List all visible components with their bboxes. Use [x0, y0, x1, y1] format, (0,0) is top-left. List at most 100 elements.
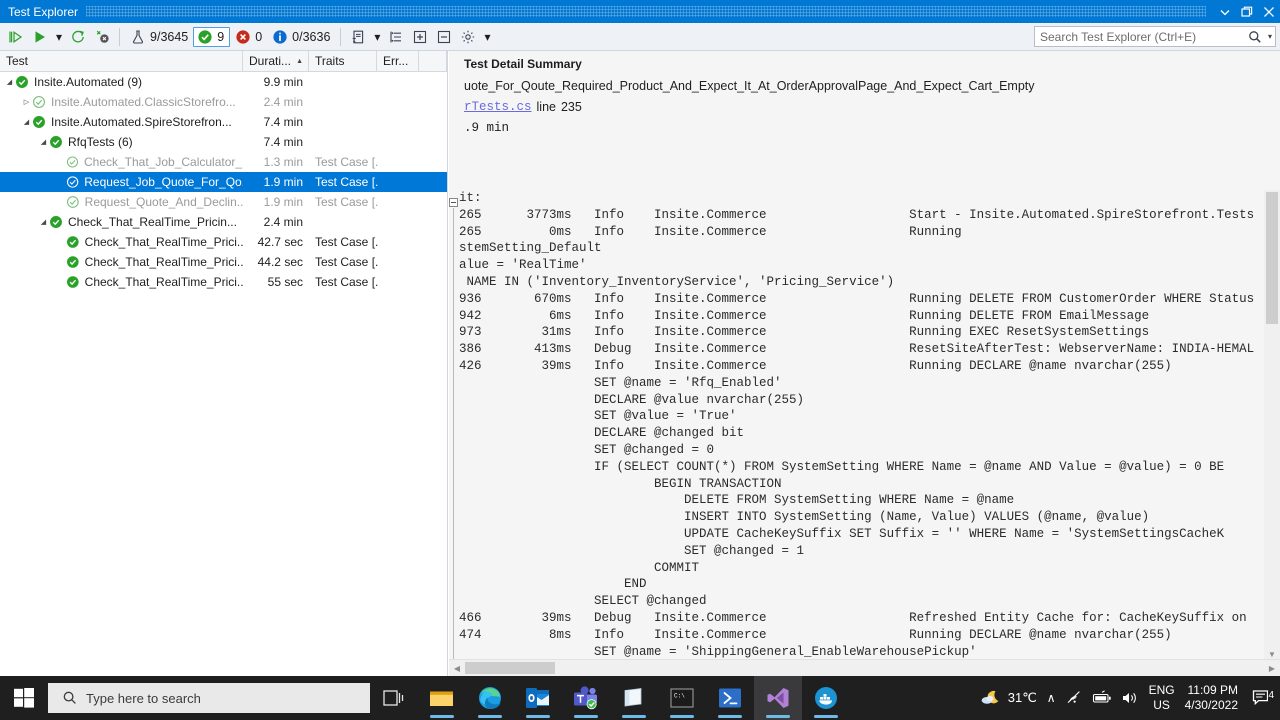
passed-tests-filter[interactable]: 9 [193, 26, 231, 47]
expander-toggle[interactable]: ◢ [21, 118, 32, 126]
column-header-error[interactable]: Err... [377, 51, 419, 71]
settings-caret[interactable]: ▾ [480, 25, 494, 49]
test-traits-cell: Test Case [... [315, 155, 379, 169]
weather-widget[interactable]: 31℃ [980, 688, 1037, 708]
log-line: UPDATE CacheKeySuffix SET Suffix = '' WH… [459, 526, 1225, 541]
test-grid-header: Test Durati... ▲ Traits Err... [0, 51, 447, 72]
run-dropdown-caret[interactable]: ▾ [52, 25, 66, 49]
notrun-tests-filter[interactable]: 0/3636 [267, 29, 335, 45]
table-row[interactable]: Check_That_Job_Calculator_I... 1.3 min Tes… [0, 152, 447, 172]
docker-desktop-icon[interactable] [802, 676, 850, 720]
collapse-outline-icon[interactable] [449, 198, 458, 207]
task-view-icon[interactable] [370, 676, 418, 720]
log-line: 466 39ms Debug Insite.Commerce Refreshed… [459, 610, 1247, 625]
table-row[interactable]: Check_That_RealTime_Prici... 44.2 sec Test… [0, 252, 447, 272]
detail-duration: .9 min [464, 120, 510, 135]
playlist-caret[interactable]: ▾ [370, 25, 384, 49]
test-output-log[interactable]: it: 265 3773ms Info Insite.Commerce Start… [449, 190, 1280, 662]
log-lines: it: 265 3773ms Info Insite.Commerce Start… [459, 190, 1280, 662]
table-row[interactable]: ▷ Insite.Automated.ClassicStorefro... 2.4 … [0, 92, 447, 112]
column-header-test-label: Test [6, 54, 29, 68]
windows-logo-icon [14, 688, 34, 708]
notification-center-button[interactable]: 4 [1248, 688, 1274, 708]
table-row[interactable]: ◢ RfqTests (6) 7.4 min [0, 132, 447, 152]
collapse-all-button[interactable] [432, 25, 456, 49]
log-line: SET @name = 'Rfq_Enabled' [459, 375, 782, 390]
playlist-button[interactable] [346, 25, 370, 49]
table-row[interactable]: Request_Quote_And_Declin... 1.9 min Test C… [0, 192, 447, 212]
failed-tests-filter[interactable]: 0 [230, 29, 267, 45]
detail-vertical-scrollbar[interactable]: ▲ ▼ [1264, 190, 1280, 662]
test-name-label: Insite.Automated (9) [34, 75, 143, 89]
tray-overflow-caret[interactable]: ∧ [1047, 691, 1056, 705]
language-indicator[interactable]: ENG US [1149, 683, 1175, 713]
test-name-label: Insite.Automated.SpireStorefron... [51, 115, 232, 129]
search-test-explorer[interactable]: ▾ [1034, 26, 1276, 47]
expander-toggle[interactable]: ◢ [38, 218, 49, 226]
sticky-notes-icon[interactable] [610, 676, 658, 720]
table-row[interactable]: ◢ Insite.Automated (9) 9.9 min [0, 72, 447, 92]
search-input[interactable] [1035, 29, 1247, 44]
source-file-link[interactable]: rTests.cs [464, 100, 532, 114]
table-row[interactable]: ◢ Check_That_RealTime_Pricin... 2.4 min [0, 212, 447, 232]
toolbar-separator-2 [340, 27, 342, 46]
table-row[interactable]: Check_That_RealTime_Prici... 42.7 sec Test… [0, 232, 447, 252]
detail-horizontal-scrollbar[interactable]: ◀ ▶ [449, 659, 1280, 676]
start-button[interactable] [0, 676, 48, 720]
log-line: SET @name = 'ShippingGeneral_EnableWareh… [459, 644, 977, 659]
visual-studio-icon[interactable] [754, 676, 802, 720]
microsoft-teams-icon[interactable] [562, 676, 610, 720]
detail-test-name-line: uote_For_Qoute_Required_Product_And_Expe… [464, 75, 1280, 96]
column-header-test[interactable]: Test [0, 51, 243, 71]
expand-all-button[interactable] [408, 25, 432, 49]
notification-count: 4 [1268, 690, 1274, 701]
settings-gear-button[interactable] [456, 25, 480, 49]
run-all-tests-button[interactable] [4, 25, 28, 49]
cancel-run-button[interactable] [90, 25, 114, 49]
outlook-icon[interactable] [514, 676, 562, 720]
expander-toggle[interactable]: ▷ [21, 98, 32, 106]
horizontal-scroll-thumb[interactable] [465, 662, 555, 674]
test-name-label: RfqTests (6) [68, 135, 133, 149]
test-duration-cell: 7.4 min [263, 135, 303, 149]
test-list-pane: Test Durati... ▲ Traits Err... ◢ Insite.A… [0, 51, 448, 676]
battery-icon[interactable] [1092, 690, 1112, 706]
microsoft-edge-icon[interactable] [466, 676, 514, 720]
column-header-duration[interactable]: Durati... ▲ [243, 51, 309, 71]
scroll-right-arrow[interactable]: ▶ [1264, 660, 1280, 677]
column-header-traits[interactable]: Traits [309, 51, 377, 71]
close-icon[interactable] [1258, 0, 1280, 23]
test-traits-cell: Test Case [... [315, 235, 379, 249]
test-duration-cell: 2.4 min [263, 215, 303, 229]
clock[interactable]: 11:09 PM 4/30/2022 [1185, 683, 1238, 713]
command-prompt-icon[interactable]: C:\ [658, 676, 706, 720]
scroll-left-arrow[interactable]: ◀ [449, 660, 465, 677]
volume-icon[interactable] [1121, 690, 1139, 706]
log-line: INSERT INTO SystemSetting (Name, Value) … [459, 510, 1150, 525]
log-line: DECLARE @changed bit [459, 426, 745, 441]
running-indicator [766, 715, 790, 718]
taskbar-search-placeholder: Type here to search [86, 690, 201, 706]
test-name-cell: Check_That_RealTime_Prici... [66, 275, 243, 289]
repeat-last-run-button[interactable] [66, 25, 90, 49]
run-button[interactable] [28, 25, 52, 49]
taskbar-search[interactable]: Type here to search [48, 683, 370, 713]
test-status-icon [50, 216, 62, 228]
powershell-icon[interactable] [706, 676, 754, 720]
vertical-scroll-thumb[interactable] [1266, 192, 1278, 324]
group-by-button[interactable] [384, 25, 408, 49]
file-explorer-icon[interactable] [418, 676, 466, 720]
table-row[interactable]: ◢ Insite.Automated.SpireStorefron... 7.4 m… [0, 112, 447, 132]
table-row[interactable]: Check_That_RealTime_Prici... 55 sec Test C… [0, 272, 447, 292]
taskbar-app-icons: C:\ [370, 676, 850, 720]
wifi-icon[interactable] [1066, 690, 1083, 706]
search-caret[interactable]: ▾ [1265, 32, 1275, 41]
titlebar-grip [86, 6, 1206, 17]
chevron-down-icon[interactable] [1214, 0, 1236, 23]
float-window-icon[interactable] [1236, 0, 1258, 23]
expander-toggle[interactable]: ◢ [38, 138, 49, 146]
weather-temperature: 31℃ [1007, 690, 1037, 705]
expander-toggle[interactable]: ◢ [4, 78, 15, 86]
table-row[interactable]: Request_Job_Quote_For_Qo... 1.9 min Test C… [0, 172, 447, 192]
log-outline-gutter [449, 190, 459, 662]
